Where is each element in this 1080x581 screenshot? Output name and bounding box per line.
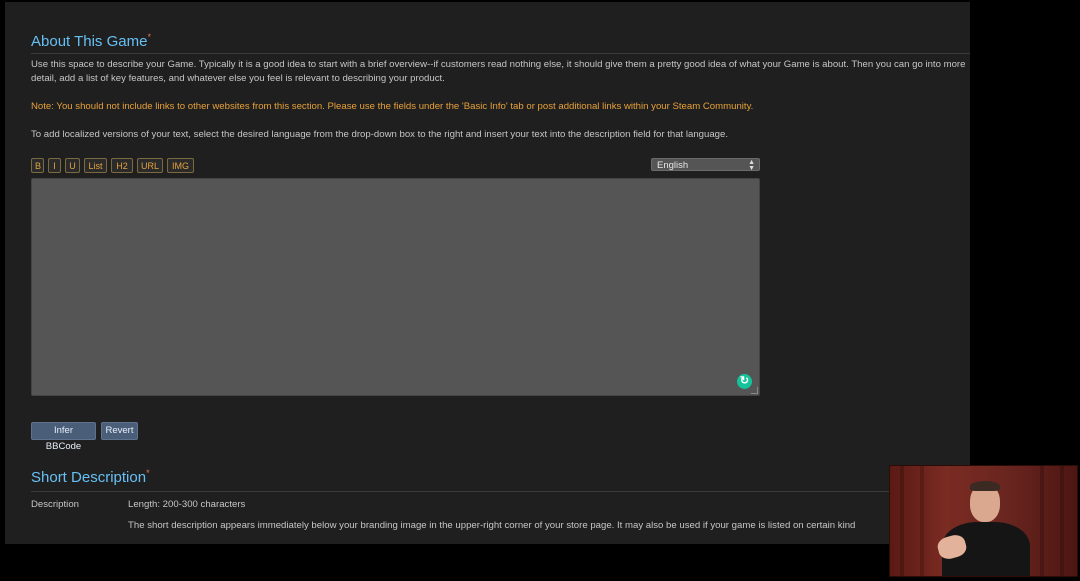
italic-button[interactable]: I <box>48 158 61 173</box>
required-marker: * <box>146 468 150 478</box>
short-description-title: Short Description* <box>31 468 150 486</box>
links-note-text: Note: You should not include links to ot… <box>31 101 754 112</box>
about-description-text: Use this space to describe your Game. Ty… <box>31 59 966 84</box>
steamworks-page: About This Game* Use this space to descr… <box>5 2 970 544</box>
img-button[interactable]: IMG <box>167 158 194 173</box>
webcam-overlay <box>889 465 1078 577</box>
section-divider <box>31 491 970 492</box>
about-title-text: About This Game <box>31 33 148 50</box>
length-hint-text: Length: 200-300 characters <box>128 499 246 510</box>
grammarly-icon[interactable]: ↻ <box>737 374 752 389</box>
underline-button[interactable]: U <box>65 158 80 173</box>
about-section-title: About This Game* <box>31 32 151 50</box>
description-editor[interactable]: ↻ <box>31 178 760 396</box>
presenter-hair <box>970 481 1000 491</box>
section-divider <box>31 53 970 54</box>
short-description-help-text: The short description appears immediatel… <box>128 520 856 531</box>
h2-button[interactable]: H2 <box>111 158 133 173</box>
language-select-value: English <box>657 160 689 171</box>
short-description-label: Description <box>31 499 79 510</box>
localization-help-text: To add localized versions of your text, … <box>31 129 729 140</box>
required-marker: * <box>147 32 151 42</box>
resize-handle-icon[interactable] <box>751 387 758 394</box>
url-button[interactable]: URL <box>137 158 163 173</box>
infer-bbcode-button[interactable]: Infer BBCode <box>31 422 96 452</box>
bold-button[interactable]: B <box>31 158 44 173</box>
revert-button[interactable]: Revert <box>101 422 138 440</box>
language-select[interactable]: English ▲ ▼ <box>651 158 760 172</box>
short-description-title-text: Short Description <box>31 469 147 486</box>
up-down-arrows-icon: ▲ ▼ <box>748 159 755 172</box>
list-button[interactable]: List <box>84 158 107 173</box>
